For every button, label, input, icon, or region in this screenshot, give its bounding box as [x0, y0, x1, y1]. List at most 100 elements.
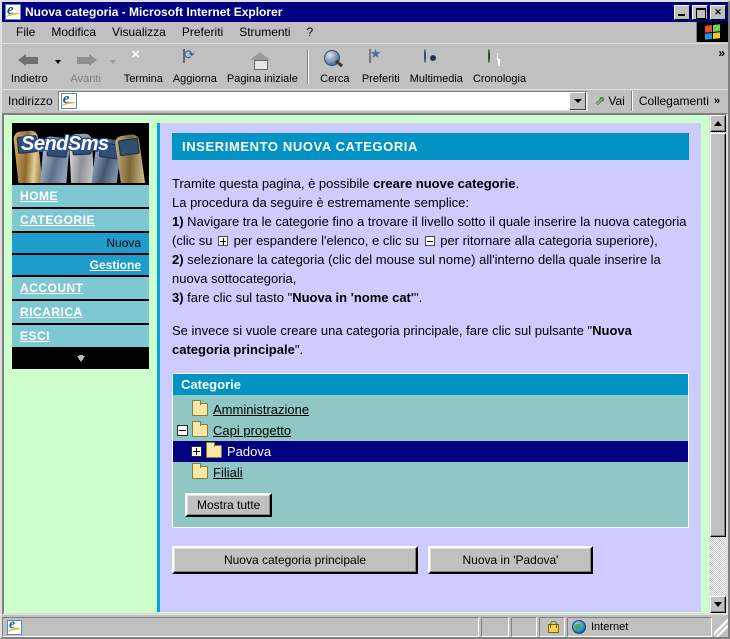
- forward-button[interactable]: Avanti: [64, 46, 108, 88]
- menu-item-modifica-label: Modifica: [51, 25, 97, 39]
- vertical-scrollbar[interactable]: [709, 115, 726, 613]
- sidebar-item-esci-label: ESCI: [20, 329, 51, 343]
- home-button[interactable]: Pagina iniziale: [222, 46, 303, 88]
- intro-line-2: La procedura da seguire è estremamente s…: [172, 195, 469, 210]
- sidebar-item-ricarica[interactable]: RICARICA: [12, 301, 149, 325]
- folder-icon: [192, 400, 208, 416]
- menu-item-preferiti-label: Preferiti: [181, 25, 224, 39]
- minus-box-icon[interactable]: [177, 425, 188, 436]
- browser-viewport: SendSms HOME CATEGORIE Nuova Gestione AC…: [2, 113, 728, 615]
- refresh-button[interactable]: Aggiorna: [168, 46, 222, 88]
- address-input[interactable]: [78, 93, 570, 109]
- forward-button-label: Avanti: [70, 72, 101, 85]
- menu-item-help[interactable]: ?: [299, 23, 322, 41]
- sidebar-item-account[interactable]: ACCOUNT: [12, 277, 149, 301]
- tree-item-label-selected[interactable]: Padova: [227, 444, 271, 459]
- address-dropdown-button[interactable]: [569, 92, 587, 110]
- internet-explorer-icon: [5, 4, 21, 20]
- favorites-icon: [368, 48, 393, 72]
- maximize-button[interactable]: [692, 4, 708, 20]
- sidebar-item-categorie[interactable]: CATEGORIE: [12, 209, 149, 233]
- category-tree-body: Amministrazione Capi progetto Padova Fil…: [173, 395, 688, 527]
- toolbar-separator: [306, 49, 309, 84]
- navigation-toolbar: Indietro Avanti Termina Aggiorna Pagina …: [2, 43, 728, 89]
- intro-line-1a: Tramite questa pagina, è possibile: [172, 176, 374, 191]
- media-button[interactable]: Multimedia: [405, 46, 468, 88]
- intro-step-2: 2) selezionare la categoria (clic del mo…: [172, 250, 689, 288]
- minimize-button[interactable]: [674, 4, 690, 20]
- scroll-down-button[interactable]: [710, 596, 726, 613]
- menu-item-file[interactable]: File: [8, 23, 43, 41]
- sidebar-subitem-nuova[interactable]: Nuova: [12, 233, 149, 255]
- forward-history-dropdown[interactable]: [108, 46, 119, 88]
- favorites-button[interactable]: Preferiti: [357, 46, 405, 88]
- resize-grip[interactable]: [714, 617, 728, 637]
- back-button[interactable]: Indietro: [6, 46, 53, 88]
- scrollbar-thumb[interactable]: [710, 133, 726, 537]
- menu-item-modifica[interactable]: Modifica: [43, 23, 104, 41]
- stop-button[interactable]: Termina: [119, 46, 168, 88]
- show-all-button[interactable]: Mostra tutte: [185, 493, 273, 517]
- tree-actions: Mostra tutte: [173, 483, 688, 519]
- category-tree-panel: Categorie Amministrazione Capi progetto: [172, 373, 689, 528]
- go-button-label: Vai: [608, 94, 625, 108]
- forward-arrow-icon: [74, 50, 98, 72]
- history-button[interactable]: Cronologia: [468, 46, 531, 88]
- sidebar-item-esci[interactable]: ESCI: [12, 325, 149, 349]
- table-row[interactable]: Amministrazione: [173, 399, 688, 420]
- intro-line-1: Tramite questa pagina, è possibile crear…: [172, 174, 689, 193]
- table-row[interactable]: Filiali: [173, 462, 688, 483]
- title-bar: Nuova categoria - Microsoft Internet Exp…: [2, 2, 728, 22]
- zone-panel: Internet: [567, 617, 712, 637]
- arrow-up-icon: [714, 121, 722, 126]
- step-1-number: 1): [172, 214, 184, 229]
- new-main-category-button[interactable]: Nuova categoria principale: [172, 546, 418, 574]
- menu-item-preferiti[interactable]: Preferiti: [174, 23, 231, 41]
- close-button[interactable]: ✕: [710, 4, 726, 20]
- sidebar-subitem-nuova-label: Nuova: [106, 236, 141, 250]
- media-button-label: Multimedia: [409, 72, 463, 85]
- intro-step-3: 3) fare clic sul tasto "Nuova in 'nome c…: [172, 288, 689, 307]
- go-button[interactable]: ⇗ Vai: [588, 91, 630, 111]
- form-actions: Nuova categoria principale Nuova in 'Pad…: [172, 546, 689, 574]
- step-3-text-c: ".: [413, 290, 423, 305]
- site-banner: SendSms: [12, 123, 149, 185]
- menu-item-strumenti[interactable]: Strumenti: [231, 23, 298, 41]
- site-logo-text: SendSms: [21, 133, 109, 155]
- sidebar-subitem-gestione-label: Gestione: [89, 258, 141, 272]
- menu-item-visualizza[interactable]: Visualizza: [104, 23, 174, 41]
- sidebar-subitem-gestione[interactable]: Gestione: [12, 255, 149, 277]
- table-row[interactable]: Padova: [173, 441, 688, 462]
- tree-item-label[interactable]: Filiali: [213, 465, 243, 480]
- new-subcategory-button[interactable]: Nuova in 'Padova': [428, 546, 593, 574]
- plus-box-icon[interactable]: [191, 446, 202, 457]
- intro-step-1: 1) Navigare tra le categorie fino a trov…: [172, 212, 689, 250]
- status-bar: Internet: [2, 615, 728, 637]
- toolbar-overflow-chevron-icon[interactable]: »: [718, 46, 725, 60]
- arrow-down-icon: [76, 355, 85, 362]
- table-row[interactable]: Capi progetto: [173, 420, 688, 441]
- window-title: Nuova categoria - Microsoft Internet Exp…: [25, 5, 283, 19]
- tree-item-label[interactable]: Capi progetto: [213, 423, 291, 438]
- status-panel-2: [481, 617, 509, 637]
- tree-item-label[interactable]: Amministrazione: [213, 402, 309, 417]
- sidebar-item-home[interactable]: HOME: [12, 185, 149, 209]
- chevron-down-icon: [573, 99, 582, 103]
- arrow-down-icon: [714, 602, 722, 607]
- globe-icon: [572, 620, 586, 634]
- scrollbar-track[interactable]: [710, 537, 726, 596]
- intro-note: Se invece si vuole creare una categoria …: [172, 321, 689, 359]
- status-message-panel: [2, 617, 479, 637]
- instructions-block: Tramite questa pagina, è possibile crear…: [172, 174, 689, 359]
- minus-box-icon: [424, 236, 435, 246]
- folder-icon: [192, 421, 208, 437]
- search-icon: [323, 50, 347, 72]
- search-button[interactable]: Cerca: [313, 46, 357, 88]
- security-panel: [539, 617, 565, 637]
- menu-item-visualizza-label: Visualizza: [112, 25, 166, 39]
- scroll-up-button[interactable]: [710, 115, 726, 132]
- address-input-wrapper[interactable]: [57, 91, 589, 111]
- back-history-dropdown[interactable]: [53, 46, 64, 88]
- links-button[interactable]: Collegamenti »: [633, 91, 726, 111]
